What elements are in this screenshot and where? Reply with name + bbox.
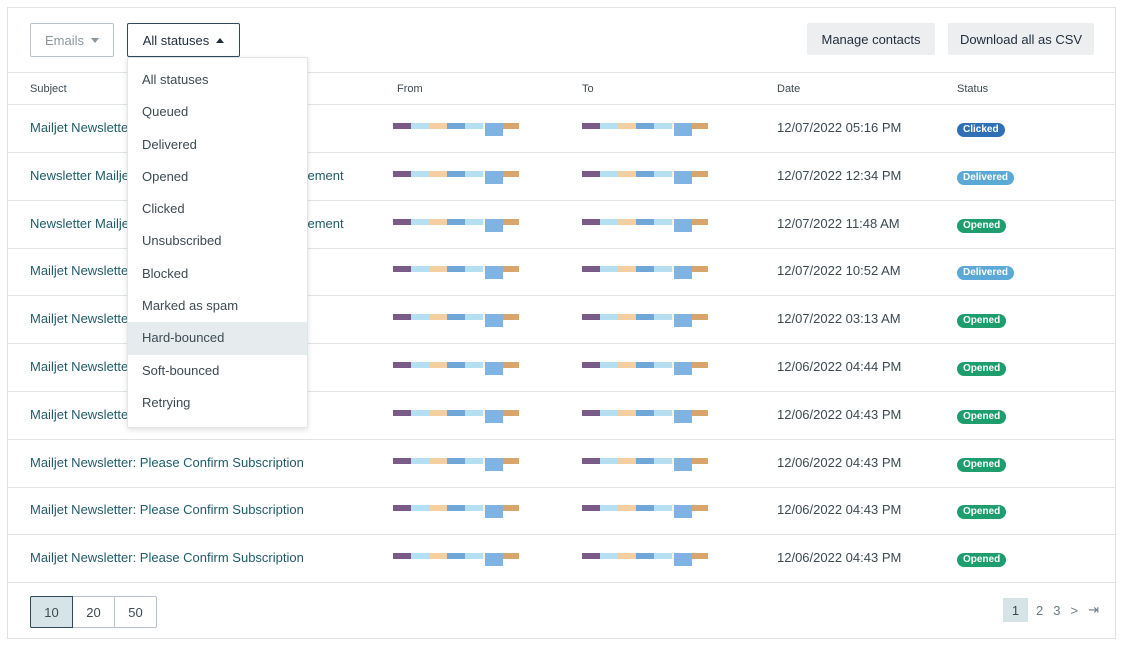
redacted-address xyxy=(582,170,732,185)
dropdown-item-blocked[interactable]: Blocked xyxy=(128,258,307,290)
redacted-address xyxy=(582,123,732,137)
redacted-address xyxy=(393,457,543,472)
status-dropdown-menu: All statuses Queued Delivered Opened Cli… xyxy=(127,57,308,428)
table-row[interactable]: Mailjet Newsletter: Please Confirm Subsc… xyxy=(8,440,1115,488)
next-page-icon[interactable]: > xyxy=(1069,603,1081,618)
page-size-20-button[interactable]: 20 xyxy=(72,596,115,628)
date-cell: 12/07/2022 12:34 PM xyxy=(777,167,902,183)
redacted-address xyxy=(582,553,732,567)
page-size-50-button[interactable]: 50 xyxy=(114,596,157,628)
dropdown-item-delivered[interactable]: Delivered xyxy=(128,129,307,161)
dropdown-item-all-statuses[interactable]: All statuses xyxy=(128,64,307,96)
redacted-address xyxy=(393,218,543,233)
column-header-status: Status xyxy=(957,83,989,95)
status-badge: Opened xyxy=(957,505,1007,520)
date-cell: 12/07/2022 10:52 AM xyxy=(777,263,901,279)
subject-cell[interactable]: Mailjet Newsletter: Please Confirm Subsc… xyxy=(30,502,304,517)
dropdown-item-clicked[interactable]: Clicked xyxy=(128,193,307,225)
emails-filter-label: Emails xyxy=(44,32,84,48)
redacted-address xyxy=(393,314,543,328)
redacted-address xyxy=(393,505,543,519)
last-page-icon[interactable]: ⇥ xyxy=(1086,602,1101,618)
status-badge: Delivered xyxy=(957,170,1015,185)
chevron-up-icon xyxy=(216,37,225,43)
table-row[interactable]: Mailjet Newsletter: Please Confirm Subsc… xyxy=(8,535,1115,584)
date-cell: 12/07/2022 11:48 AM xyxy=(777,215,900,231)
status-badge: Opened xyxy=(957,553,1007,568)
column-header-subject: Subject xyxy=(30,83,67,95)
status-badge: Opened xyxy=(957,314,1007,329)
subject-cell[interactable]: Mailjet Newsletter: Please Confirm Subsc… xyxy=(30,550,304,565)
redacted-address xyxy=(393,553,543,567)
download-csv-button[interactable]: Download all as CSV xyxy=(948,23,1094,55)
redacted-address xyxy=(393,170,543,185)
date-cell: 12/06/2022 04:44 PM xyxy=(777,359,902,374)
redacted-address xyxy=(393,409,543,424)
status-badge: Opened xyxy=(957,409,1007,424)
status-badge: Delivered xyxy=(957,266,1015,281)
date-cell: 12/06/2022 04:43 PM xyxy=(777,502,902,518)
status-filter-button[interactable]: All statuses xyxy=(127,23,240,57)
redacted-address xyxy=(582,218,732,233)
redacted-address xyxy=(582,362,732,376)
dropdown-item-marked-as-spam[interactable]: Marked as spam xyxy=(128,290,307,322)
dropdown-item-retrying[interactable]: Retrying xyxy=(128,387,307,419)
column-header-from: From xyxy=(397,83,423,95)
date-cell: 12/06/2022 04:43 PM xyxy=(777,550,902,566)
subject-cell[interactable]: Mailjet Newsletter: Please Confirm Subsc… xyxy=(30,455,304,470)
date-cell: 12/07/2022 03:13 AM xyxy=(777,311,901,327)
redacted-address xyxy=(393,123,543,137)
page-size-selector: 10 20 50 xyxy=(30,596,157,628)
dropdown-item-opened[interactable]: Opened xyxy=(128,161,307,193)
column-header-to: To xyxy=(582,83,594,95)
status-badge: Opened xyxy=(957,218,1007,233)
redacted-address xyxy=(582,457,732,472)
status-filter-label: All statuses xyxy=(142,32,210,48)
dropdown-item-soft-bounced[interactable]: Soft-bounced xyxy=(128,355,307,387)
column-header-date: Date xyxy=(777,83,801,95)
dropdown-item-unsubscribed[interactable]: Unsubscribed xyxy=(128,225,307,257)
pagination: 1 2 3 > ⇥ xyxy=(1003,598,1101,622)
redacted-address xyxy=(582,314,732,328)
emails-filter-button[interactable]: Emails xyxy=(30,23,114,57)
redacted-address xyxy=(582,409,732,424)
dropdown-item-queued[interactable]: Queued xyxy=(128,96,307,128)
date-cell: 12/07/2022 05:16 PM xyxy=(777,120,902,135)
status-badge: Opened xyxy=(957,457,1007,472)
redacted-address xyxy=(582,266,732,280)
page-1-link[interactable]: 1 xyxy=(1003,598,1029,622)
page-size-10-button[interactable]: 10 xyxy=(30,596,73,628)
date-cell: 12/06/2022 04:43 PM xyxy=(777,454,902,470)
page-2-link[interactable]: 2 xyxy=(1034,603,1045,618)
dropdown-item-hard-bounced[interactable]: Hard-bounced xyxy=(128,322,307,355)
page-3-link[interactable]: 3 xyxy=(1051,603,1062,618)
redacted-address xyxy=(582,505,732,519)
redacted-address xyxy=(393,266,543,280)
status-badge: Opened xyxy=(957,362,1007,376)
redacted-address xyxy=(393,362,543,376)
status-badge: Clicked xyxy=(957,123,1005,137)
chevron-down-icon xyxy=(91,37,99,43)
date-cell: 12/06/2022 04:43 PM xyxy=(777,406,902,422)
table-row[interactable]: Mailjet Newsletter: Please Confirm Subsc… xyxy=(8,487,1115,536)
manage-contacts-button[interactable]: Manage contacts xyxy=(807,23,935,55)
